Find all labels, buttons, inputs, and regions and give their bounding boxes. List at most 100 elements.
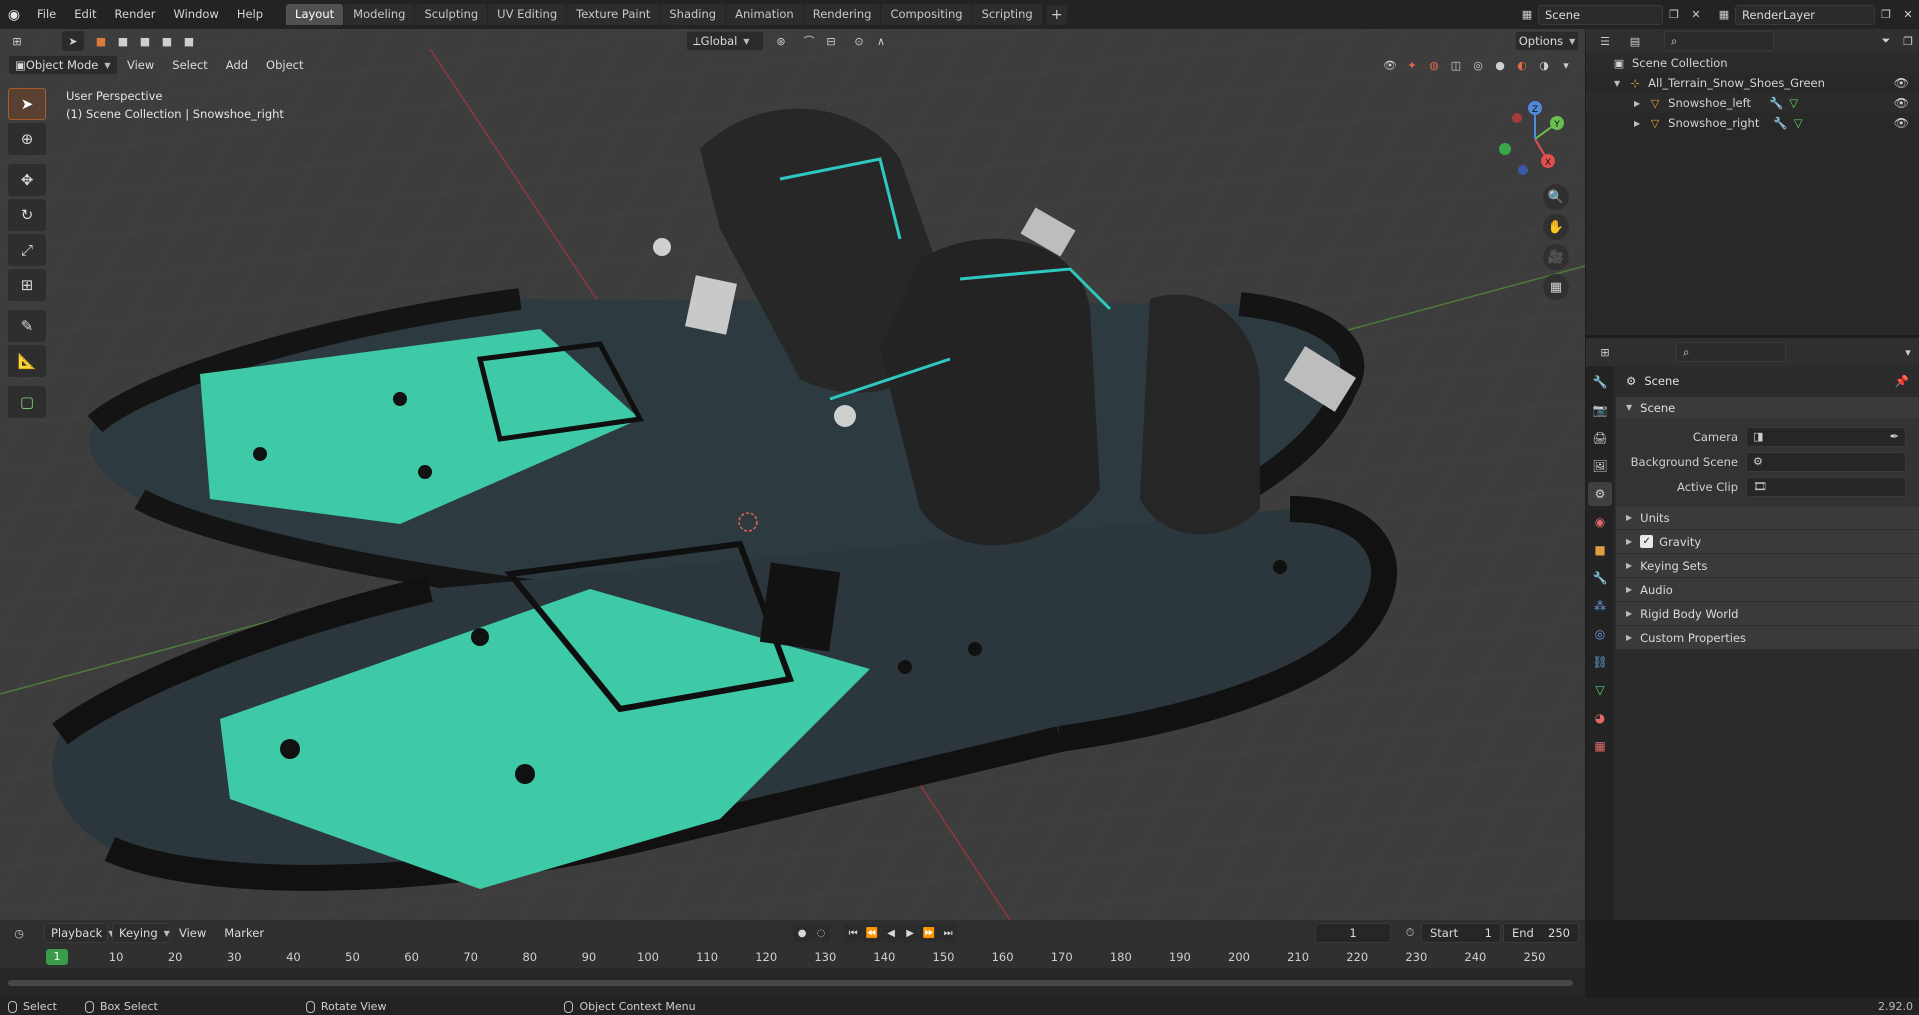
pivot-point-icon[interactable]: ⊛ <box>770 31 792 51</box>
world-tab-icon[interactable]: ◉ <box>1588 510 1612 534</box>
object-mode-dropdown[interactable]: ▣ Object Mode ▼ <box>8 55 118 75</box>
jump-start-icon[interactable]: ⏮ <box>844 924 863 942</box>
annotate-tool-icon[interactable]: ✎ <box>8 310 46 342</box>
display-mode-icon[interactable]: ▤ <box>1620 31 1650 51</box>
select-mode-extend-icon[interactable]: ■ <box>112 31 134 51</box>
camera-view-icon[interactable]: 🎥 <box>1543 244 1569 270</box>
delete-render-layer-icon[interactable]: ✕ <box>1897 5 1919 25</box>
jump-end-icon[interactable]: ⏭ <box>939 924 958 942</box>
rigid-body-world-panel[interactable]: ▶ Rigid Body World <box>1616 601 1919 625</box>
cursor-tool-icon[interactable]: ⊕ <box>8 123 46 155</box>
mesh-data-icon[interactable]: ▽ <box>1789 96 1798 110</box>
start-frame-field[interactable]: Start 1 <box>1421 923 1501 943</box>
timeline-editor-type-icon[interactable]: ◷ <box>4 923 34 943</box>
tab-scripting[interactable]: Scripting <box>972 4 1042 25</box>
expand-arrow-icon[interactable]: ▶ <box>1634 119 1640 128</box>
snap-icon[interactable]: ⌒ <box>798 31 820 51</box>
solid-shading-icon[interactable]: ● <box>1489 55 1511 75</box>
tab-animation[interactable]: Animation <box>726 4 803 25</box>
outliner-row-all-terrain[interactable]: ▼ ⊹ All_Terrain_Snow_Shoes_Green 👁 <box>1586 73 1919 93</box>
options-dropdown[interactable]: Options ▼ <box>1515 31 1579 51</box>
outliner-row-scene-collection[interactable]: ▣ Scene Collection <box>1586 53 1919 73</box>
viewport-menu-object[interactable]: Object <box>257 58 312 72</box>
end-frame-field[interactable]: End 250 <box>1503 923 1579 943</box>
scene-panel-header[interactable]: ▼ Scene <box>1616 396 1919 418</box>
overlay-toggle-icon[interactable]: ◍ <box>1423 55 1445 75</box>
play-icon[interactable]: ▶ <box>901 924 920 942</box>
particles-tab-icon[interactable]: ⁂ <box>1588 594 1612 618</box>
keying-dropdown[interactable]: Keying ▼ <box>112 923 170 943</box>
rotate-tool-icon[interactable]: ↻ <box>8 199 46 231</box>
texture-tab-icon[interactable]: ▦ <box>1588 734 1612 758</box>
tab-shading[interactable]: Shading <box>660 4 726 25</box>
menu-window[interactable]: Window <box>164 0 227 29</box>
scene-name-field[interactable]: Scene <box>1538 4 1663 25</box>
play-reverse-icon[interactable]: ◀ <box>882 924 901 942</box>
select-mode-invert-icon[interactable]: ■ <box>156 31 178 51</box>
new-scene-icon[interactable]: ❐ <box>1663 5 1685 25</box>
menu-edit[interactable]: Edit <box>65 0 105 29</box>
new-render-layer-icon[interactable]: ❐ <box>1875 5 1897 25</box>
record-icon[interactable]: ● <box>793 924 812 942</box>
menu-file[interactable]: File <box>28 0 65 29</box>
tab-sculpting[interactable]: Sculpting <box>415 4 488 25</box>
units-panel[interactable]: ▶ Units <box>1616 505 1919 529</box>
scene-tab-icon[interactable]: ⚙ <box>1588 482 1612 506</box>
tab-rendering[interactable]: Rendering <box>803 4 881 25</box>
eye-icon[interactable]: 👁 <box>1894 116 1909 130</box>
gravity-panel[interactable]: ▶ ✓ Gravity <box>1616 529 1919 553</box>
jump-next-keyframe-icon[interactable]: ⏩ <box>920 924 939 942</box>
zoom-icon[interactable]: 🔍 <box>1543 184 1569 210</box>
data-tab-icon[interactable]: ▽ <box>1588 678 1612 702</box>
camera-field[interactable]: ◨ ✒ <box>1746 426 1906 447</box>
move-tool-icon[interactable]: ✥ <box>8 164 46 196</box>
new-collection-icon[interactable]: ❐ <box>1897 31 1919 51</box>
eye-icon[interactable]: 👁 <box>1894 76 1909 90</box>
measure-tool-icon[interactable]: 📐 <box>8 345 46 377</box>
audio-panel[interactable]: ▶ Audio <box>1616 577 1919 601</box>
viewport-menu-view[interactable]: View <box>118 58 163 72</box>
scene-browse-icon[interactable]: ▦ <box>1516 5 1538 25</box>
tab-layout[interactable]: Layout <box>286 4 344 25</box>
preview-range-icon[interactable]: ⏱ <box>1399 923 1421 943</box>
scale-tool-icon[interactable]: ⤢ <box>8 234 46 266</box>
object-tab-icon[interactable]: ■ <box>1588 538 1612 562</box>
material-shading-icon[interactable]: ◐ <box>1511 55 1533 75</box>
properties-search-input[interactable]: ⌕ <box>1676 342 1786 362</box>
select-tool-icon[interactable]: ➤ <box>62 31 84 51</box>
select-mode-intersect-icon[interactable]: ■ <box>178 31 200 51</box>
blender-logo-icon[interactable]: ◉ <box>0 0 28 29</box>
add-cube-tool-icon[interactable]: ▢ <box>8 386 46 418</box>
physics-tab-icon[interactable]: ◎ <box>1588 622 1612 646</box>
viewport-menu-add[interactable]: Add <box>217 58 257 72</box>
pan-hand-icon[interactable]: ✋ <box>1543 214 1569 240</box>
filter-icon[interactable]: ⏷ <box>1875 31 1897 51</box>
gizmo-toggle-icon[interactable]: ✦ <box>1401 55 1423 75</box>
constraints-tab-icon[interactable]: ⛓ <box>1588 650 1612 674</box>
background-scene-field[interactable]: ⚙ <box>1746 451 1906 472</box>
pin-icon[interactable]: 📌 <box>1895 374 1909 388</box>
menu-help[interactable]: Help <box>228 0 272 29</box>
render-tab-icon[interactable]: 📷 <box>1588 398 1612 422</box>
rendered-shading-icon[interactable]: ◑ <box>1533 55 1555 75</box>
3d-viewport[interactable]: ⊞ ➤ ■ ■ ■ ■ ■ ⟂ Global ▼ ⊛ ⌒ ⊟ ⊙ ∧ Option… <box>0 29 1585 920</box>
delete-scene-icon[interactable]: ✕ <box>1685 5 1707 25</box>
render-layer-browse-icon[interactable]: ▦ <box>1713 5 1735 25</box>
expand-arrow-icon[interactable]: ▶ <box>1634 99 1640 108</box>
eyedropper-icon[interactable]: ✒ <box>1890 430 1899 443</box>
shading-options-icon[interactable]: ▾ <box>1555 55 1577 75</box>
current-frame-marker[interactable]: 1 <box>46 949 68 965</box>
proportional-falloff-icon[interactable]: ∧ <box>870 31 892 51</box>
render-layer-field[interactable]: RenderLayer <box>1735 4 1875 25</box>
viewport-scene[interactable] <box>0 29 1585 920</box>
navigation-gizmo[interactable]: Y X Z <box>1495 94 1575 184</box>
properties-editor-type-icon[interactable]: ⊞ <box>1590 342 1620 362</box>
modifier-wrench-icon[interactable]: 🔧 <box>1773 116 1787 130</box>
modifier-tab-icon[interactable]: 🔧 <box>1588 566 1612 590</box>
wireframe-shading-icon[interactable]: ◎ <box>1467 55 1489 75</box>
mesh-data-icon[interactable]: ▽ <box>1794 116 1803 130</box>
tab-modeling[interactable]: Modeling <box>344 4 415 25</box>
tab-texture-paint[interactable]: Texture Paint <box>567 4 660 25</box>
select-mode-new-icon[interactable]: ■ <box>90 31 112 51</box>
output-tab-icon[interactable]: 🖨 <box>1588 426 1612 450</box>
